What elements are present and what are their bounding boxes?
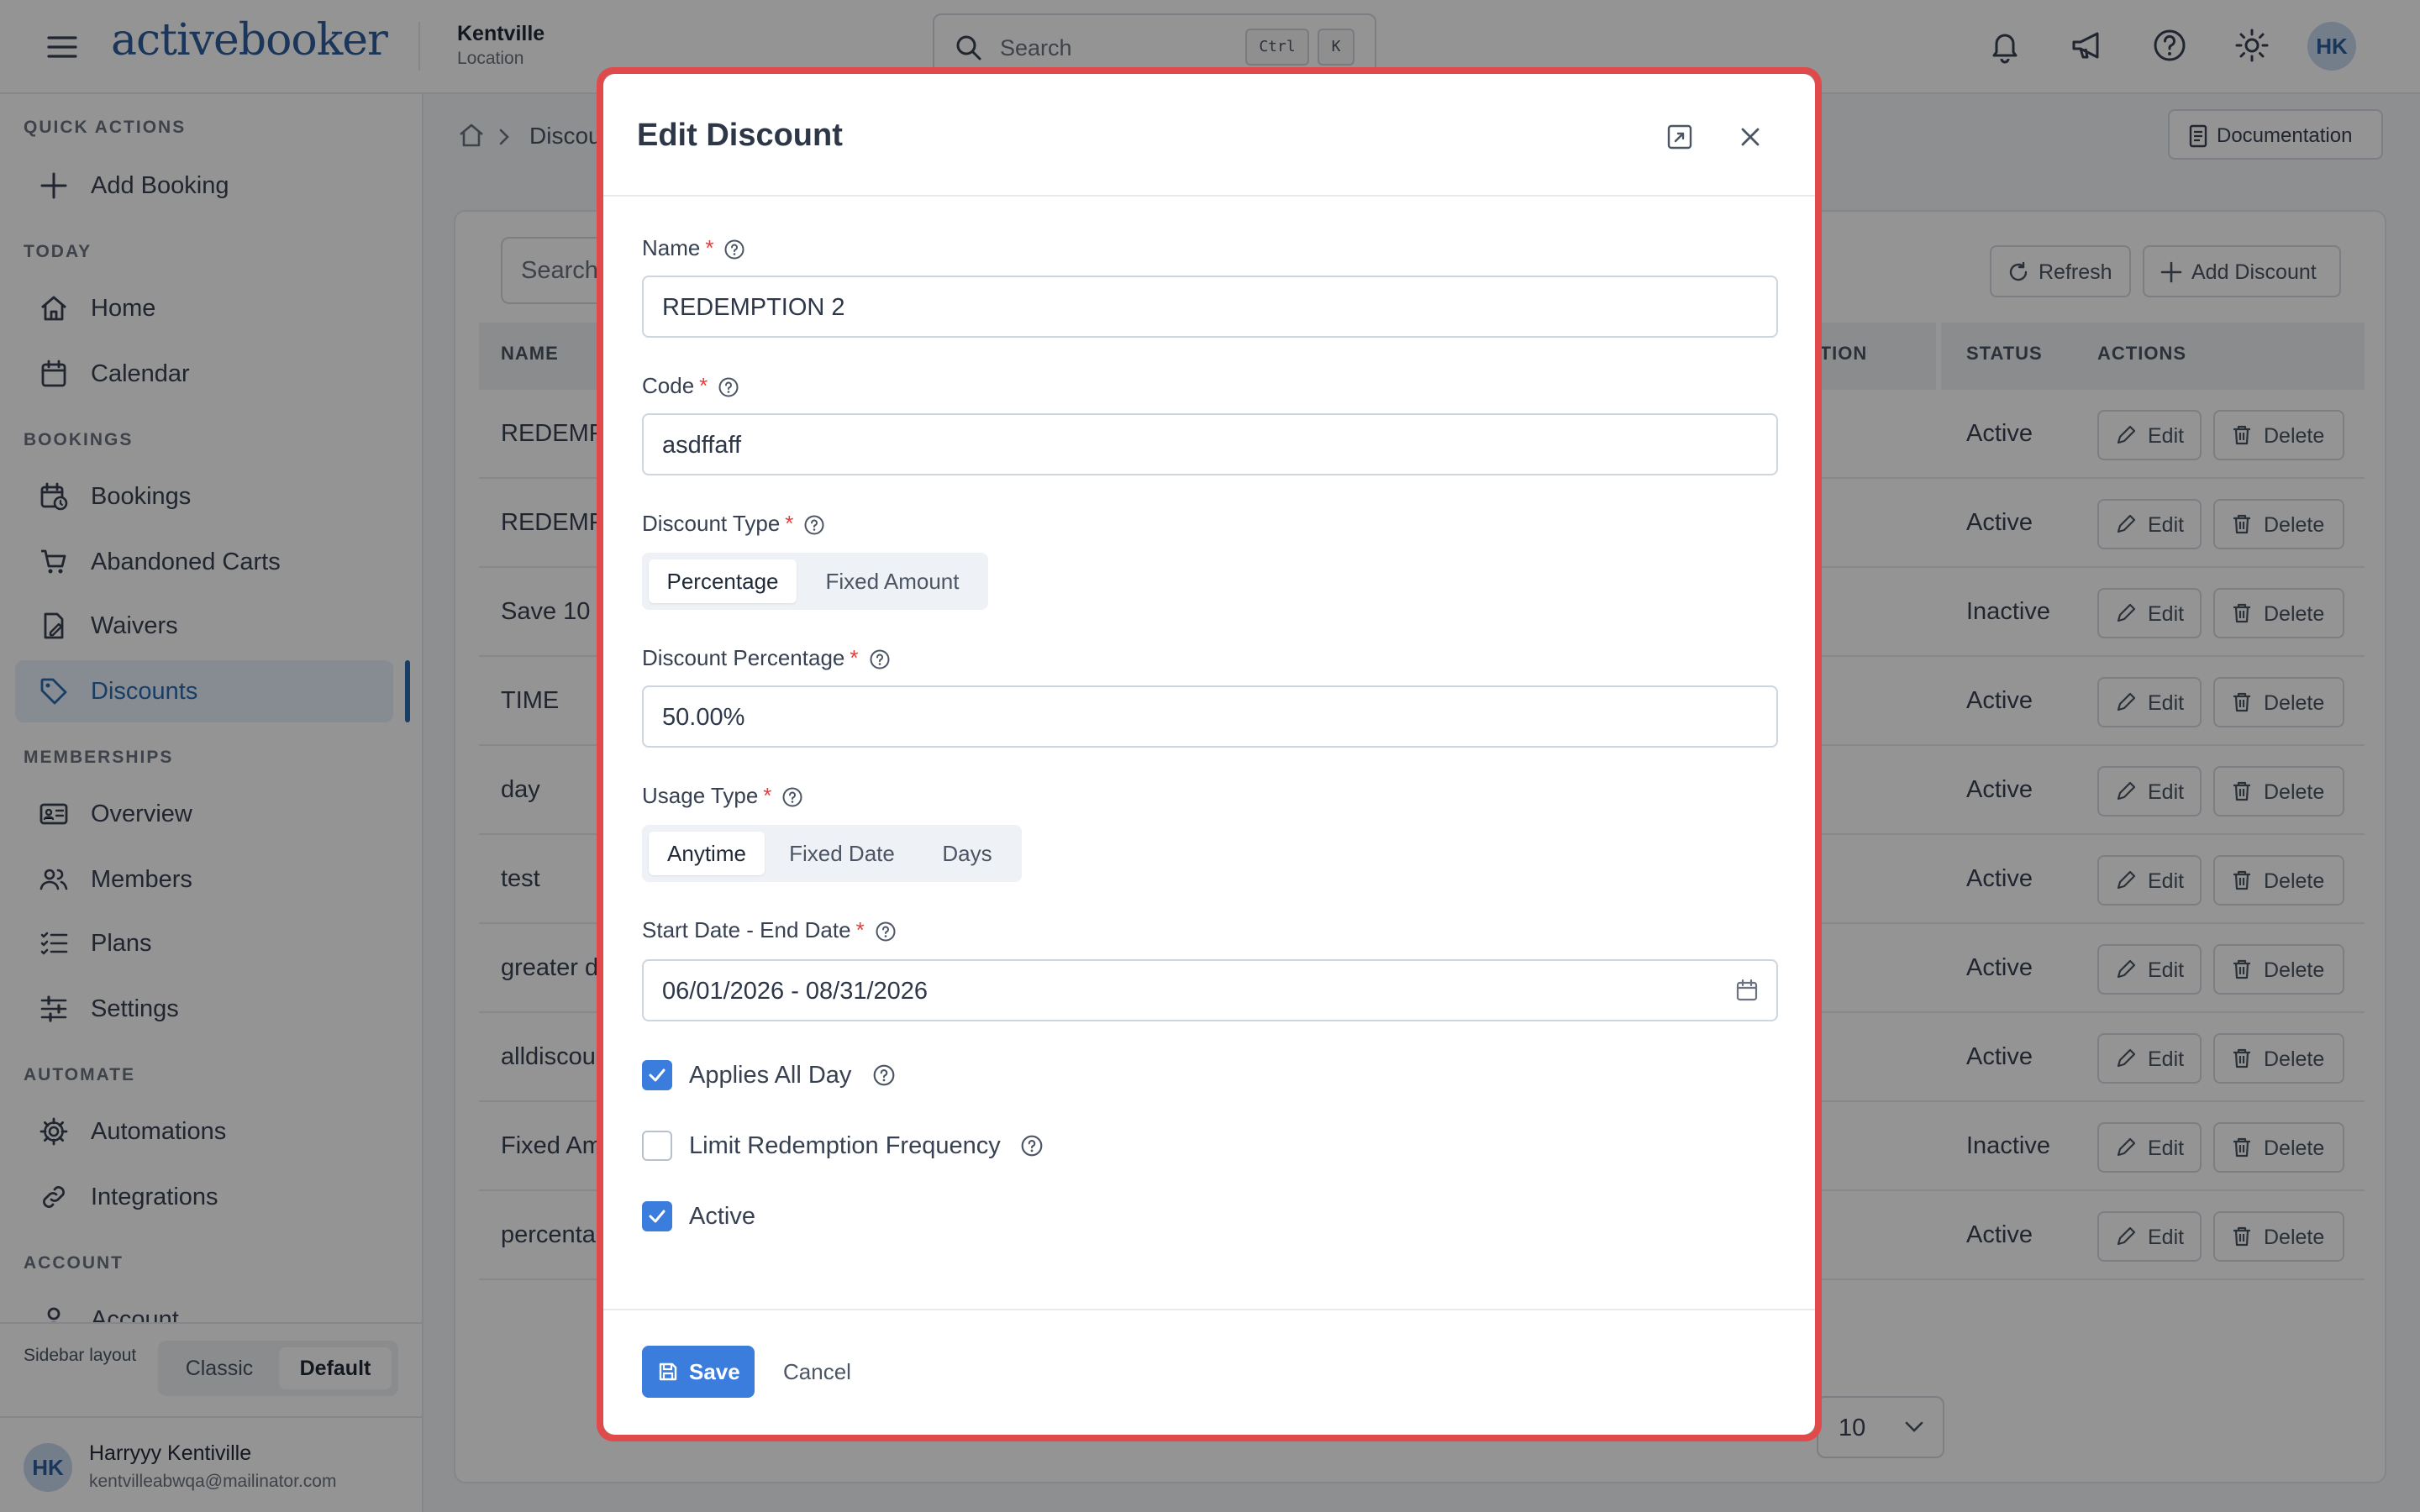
modal-highlight-frame — [597, 67, 1822, 1441]
